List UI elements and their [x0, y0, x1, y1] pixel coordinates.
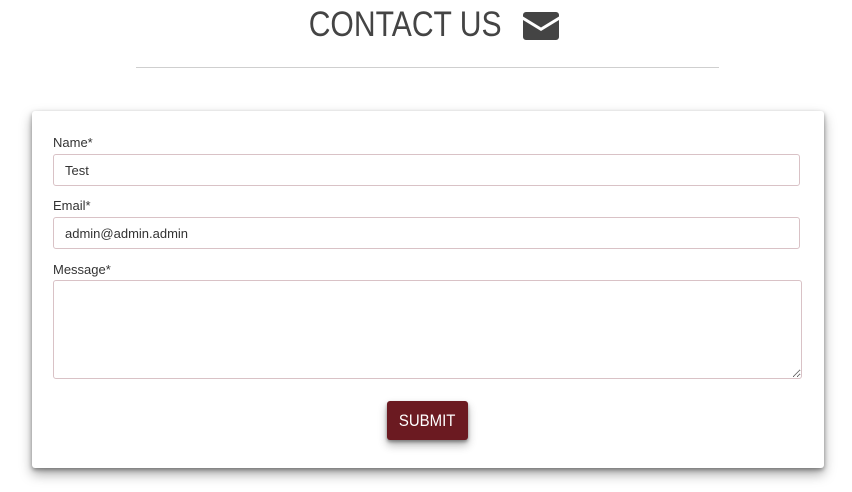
message-textarea[interactable] [53, 280, 802, 379]
name-label: Name* [53, 135, 93, 150]
submit-button-label: SUBMIT [399, 410, 456, 430]
page-title: CONTACT US [0, 2, 852, 46]
name-input[interactable] [53, 154, 800, 186]
envelope-icon [523, 8, 559, 40]
message-label: Message* [53, 262, 111, 277]
page-title-text: CONTACT US [308, 4, 502, 44]
email-input[interactable] [53, 217, 800, 249]
contact-page: CONTACT US Name* Email* Message* SUBMIT [0, 0, 852, 492]
contact-form-card: Name* Email* Message* SUBMIT [32, 111, 824, 468]
submit-button[interactable]: SUBMIT [387, 401, 468, 440]
email-label: Email* [53, 198, 91, 213]
title-divider [136, 67, 719, 68]
